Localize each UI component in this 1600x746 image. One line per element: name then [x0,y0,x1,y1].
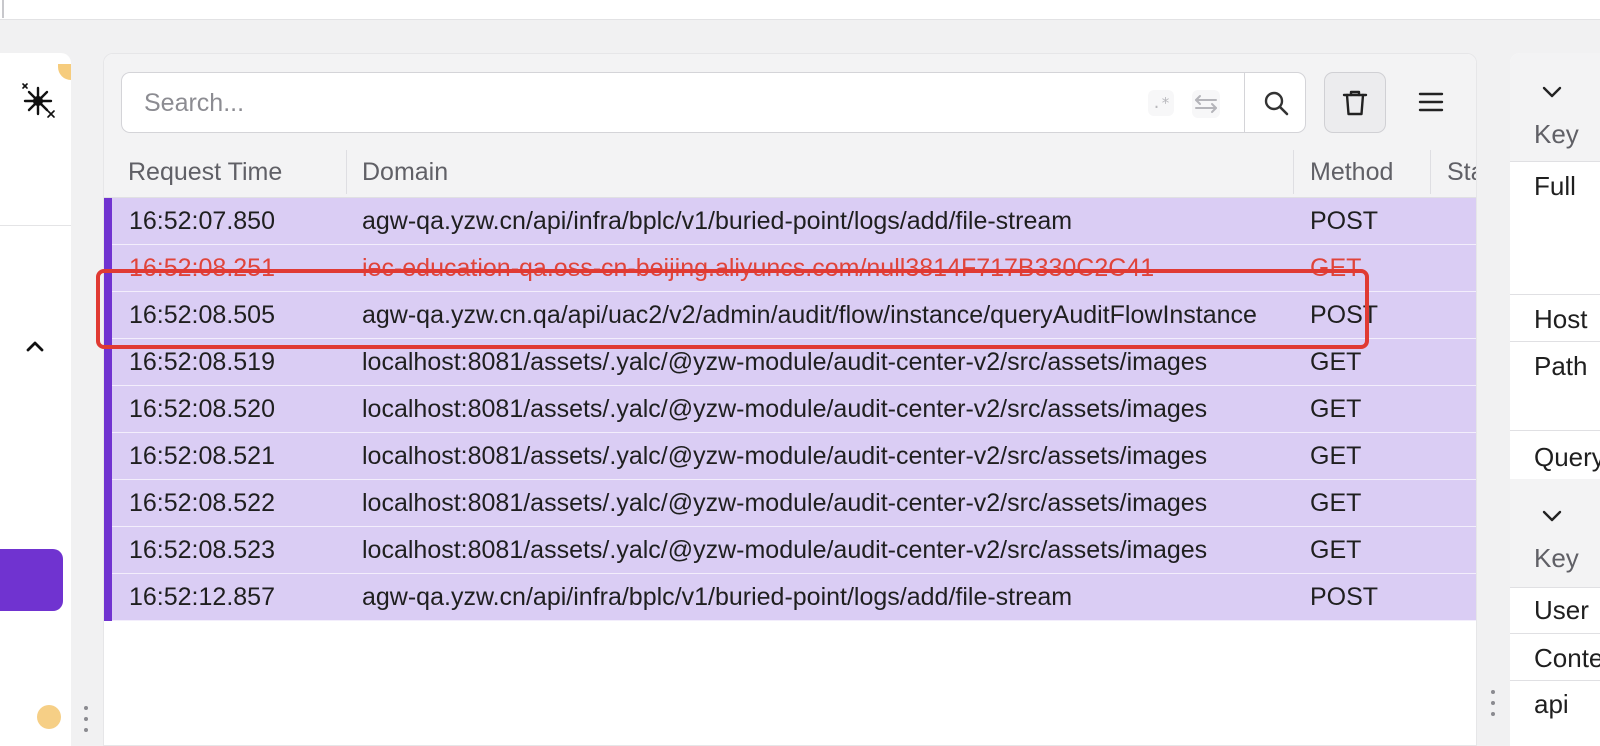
detail-row-label: Query [1534,442,1600,472]
status-indicator [58,64,71,80]
sparkle-icon[interactable] [18,81,58,121]
detail-divider [1510,633,1600,634]
cell-method: POST [1310,583,1379,611]
detail-section-header[interactable]: Key [1510,53,1600,161]
cell-request-time: 16:52:07.850 [129,207,275,235]
column-header-domain[interactable]: Domain [362,146,1262,198]
chevron-down-icon[interactable] [1540,77,1564,98]
sidebar-divider [0,225,71,226]
cell-method: GET [1310,489,1362,517]
column-header-status[interactable]: Status [1447,146,1476,198]
cell-domain: localhost:8081/assets/.yalc/@yzw-module/… [362,442,1208,470]
cell-request-time: 16:52:12.857 [129,583,275,611]
search-input[interactable] [144,83,1134,123]
active-nav-button[interactable] [0,549,63,611]
detail-key-header: Key [1534,543,1579,573]
detail-divider [1510,430,1600,431]
clear-button[interactable] [1324,72,1386,133]
menu-icon [1418,92,1444,112]
top-bar [0,0,1600,20]
cell-method: GET [1310,536,1362,564]
table-body: 16:52:07.850 agw-qa.yzw.cn/api/infra/bpl… [104,198,1476,621]
cell-request-time: 16:52:08.520 [129,395,275,423]
table-row[interactable]: 16:52:12.857 agw-qa.yzw.cn/api/infra/bpl… [104,574,1476,621]
window-edge [0,0,4,18]
cell-domain: localhost:8081/assets/.yalc/@yzw-module/… [362,536,1208,564]
detail-row-label: Host [1534,304,1588,334]
status-dot [37,705,61,729]
detail-section-header[interactable]: Key [1510,479,1600,587]
trash-icon [1342,90,1368,115]
column-header-method[interactable]: Method [1310,146,1430,198]
detail-divider [1510,294,1600,295]
cell-domain: agw-qa.yzw.cn/api/infra/bplc/v1/buried-p… [362,207,1073,235]
row-accent [104,527,112,574]
chevron-up-icon[interactable] [22,335,48,357]
table-header: Request Time Domain Method Status [104,146,1476,198]
column-divider[interactable] [346,150,347,194]
column-divider[interactable] [1293,150,1294,194]
detail-row-label: Full [1534,171,1576,201]
row-accent [104,198,112,245]
left-sidebar [0,53,71,746]
search-icon [1264,91,1288,115]
cell-domain: localhost:8081/assets/.yalc/@yzw-module/… [362,489,1208,517]
cell-method: POST [1310,207,1379,235]
detail-key-header: Key [1534,119,1579,149]
table-row[interactable]: 16:52:08.520 localhost:8081/assets/.yalc… [104,386,1476,433]
cell-domain: localhost:8081/assets/.yalc/@yzw-module/… [362,395,1208,423]
detail-row-label: Content [1534,643,1600,673]
table-row[interactable]: 16:52:08.522 localhost:8081/assets/.yalc… [104,480,1476,527]
row-accent [104,574,112,621]
detail-divider [1510,161,1600,162]
resize-handle-left[interactable] [83,706,89,732]
cell-request-time: 16:52:08.522 [129,489,275,517]
cell-request-time: 16:52:08.523 [129,536,275,564]
cell-domain: agw-qa.yzw.cn/api/infra/bplc/v1/buried-p… [362,583,1073,611]
highlight-annotation [96,269,1369,349]
swap-icon[interactable] [1192,90,1220,118]
chevron-down-icon[interactable] [1540,501,1564,522]
row-accent [104,480,112,527]
column-header-request-time[interactable]: Request Time [128,146,338,198]
detail-divider [1510,680,1600,681]
cell-method: GET [1310,442,1362,470]
row-accent [104,386,112,433]
column-divider[interactable] [1430,150,1431,194]
table-row[interactable]: 16:52:07.850 agw-qa.yzw.cn/api/infra/bpl… [104,198,1476,245]
detail-row-label: Path [1534,351,1588,381]
detail-divider [1510,587,1600,588]
menu-button[interactable] [1404,76,1458,128]
regex-icon[interactable]: .* [1148,90,1174,116]
table-row[interactable]: 16:52:08.521 localhost:8081/assets/.yalc… [104,433,1476,480]
detail-row-label: User [1534,595,1589,625]
search-box: .* [121,72,1306,133]
detail-divider [1510,341,1600,342]
detail-row-label: api [1534,689,1569,719]
resize-handle-right[interactable] [1490,690,1496,716]
table-row[interactable]: 16:52:08.523 localhost:8081/assets/.yalc… [104,527,1476,574]
detail-panel: Key Full Host Path Query Key User Conten… [1510,53,1600,746]
cell-method: GET [1310,395,1362,423]
row-accent [104,433,112,480]
request-list-panel: .* [103,53,1477,746]
cell-request-time: 16:52:08.521 [129,442,275,470]
search-button[interactable] [1245,73,1306,132]
